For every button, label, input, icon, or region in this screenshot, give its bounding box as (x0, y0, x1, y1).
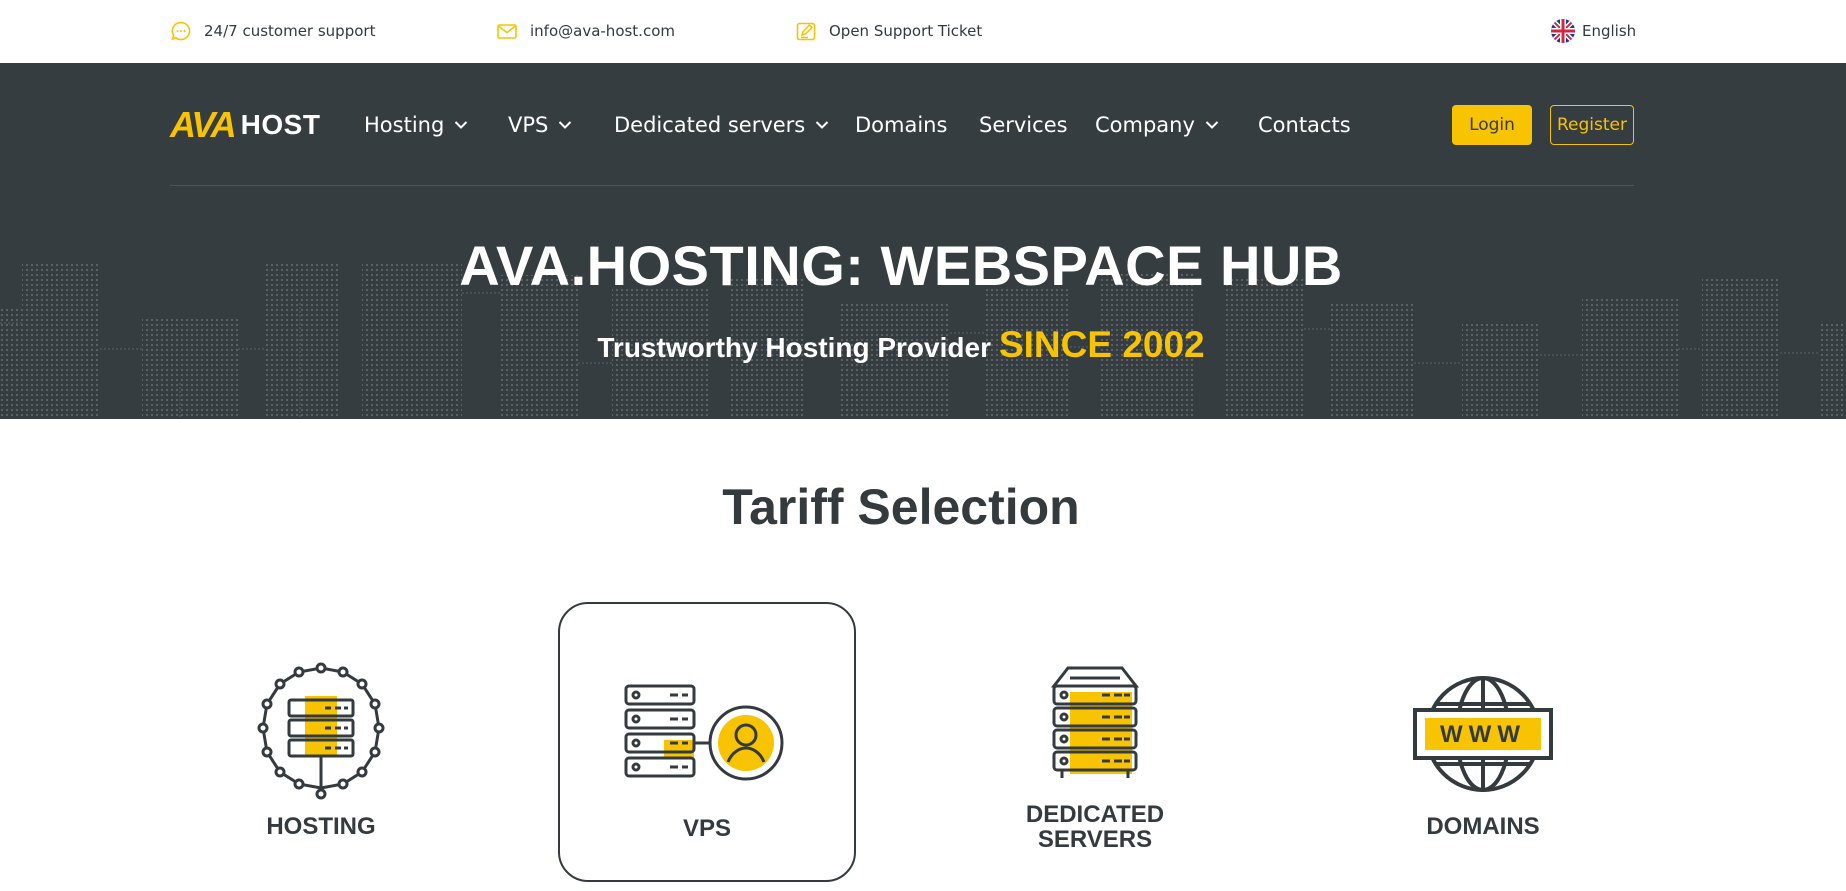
tariff-card-dedicated-servers-label: DEDICATED SERVERS (946, 802, 1244, 852)
tariff-card-dedicated-label-line2: SERVERS (1037, 826, 1153, 853)
edit-ticket-icon (796, 22, 816, 41)
tariff-card-dedicated-label-line1: DEDICATED (1025, 801, 1165, 828)
tariff-card-vps-label: VPS (682, 815, 732, 842)
nav-company-label: Company (1095, 113, 1195, 137)
hero-header: AVA HOST Hosting VPS Dedicated servers D… (0, 63, 1846, 419)
register-button[interactable]: Register (1550, 105, 1634, 145)
chevron-down-icon (559, 121, 572, 129)
tariff-selection-title: Tariff Selection (722, 479, 1080, 535)
email-link[interactable]: info@ava-host.com (496, 19, 675, 43)
hosting-network-icon (257, 662, 385, 800)
tariff-card-hosting[interactable]: HOSTING (172, 602, 470, 882)
vps-server-user-icon (624, 684, 784, 781)
nav-vps[interactable]: VPS (508, 109, 572, 141)
tariff-card-vps[interactable]: VPS (558, 602, 856, 882)
nav-dedicated-servers-label: Dedicated servers (614, 113, 806, 137)
dedicated-server-rack-icon (1050, 666, 1140, 778)
top-bar: 24/7 customer support info@ava-host.com … (0, 0, 1846, 63)
nav-dedicated-servers[interactable]: Dedicated servers (614, 109, 829, 141)
logo-ava-text: AVA (170, 104, 237, 145)
language-label: English (1582, 22, 1637, 40)
customer-support-link[interactable]: 24/7 customer support (170, 19, 375, 43)
nav-contacts[interactable]: Contacts (1258, 109, 1351, 141)
tariff-card-hosting-label: HOSTING (266, 813, 376, 840)
logo-host-text: HOST (240, 109, 321, 140)
hero-subtitle-highlight: SINCE 2002 (998, 324, 1205, 365)
open-support-ticket-link[interactable]: Open Support Ticket (795, 19, 982, 43)
nav-company[interactable]: Company (1095, 109, 1219, 141)
globe-www-icon: WWW (1413, 676, 1553, 792)
nav-domains[interactable]: Domains (855, 109, 947, 141)
nav-contacts-label: Contacts (1258, 113, 1351, 137)
chevron-down-icon (816, 121, 829, 129)
hero-title: AVA.HOSTING: WEBSPACE HUB (459, 234, 1343, 297)
chat-bubble-icon (171, 21, 191, 41)
hero-subtitle: Trustworthy Hosting Provider SINCE 2002 (0, 324, 1802, 366)
hero-subtitle-lead: Trustworthy Hosting Provider (597, 332, 991, 363)
uk-flag-icon (1551, 19, 1575, 43)
envelope-icon (497, 24, 517, 39)
header-divider (170, 185, 1634, 186)
tariff-card-domains[interactable]: WWW DOMAINS (1334, 602, 1632, 882)
open-support-ticket-text: Open Support Ticket (829, 22, 983, 40)
chevron-down-icon (455, 121, 468, 129)
language-selector[interactable]: English (1550, 19, 1636, 43)
nav-hosting-label: Hosting (364, 113, 445, 137)
login-button[interactable]: Login (1452, 105, 1532, 145)
www-text: WWW (1440, 721, 1526, 748)
tariff-card-dedicated-servers[interactable]: DEDICATED SERVERS (946, 602, 1244, 882)
email-text: info@ava-host.com (530, 22, 675, 40)
chevron-down-icon (1205, 121, 1219, 129)
customer-support-text: 24/7 customer support (204, 22, 376, 40)
nav-domains-label: Domains (855, 113, 948, 137)
ava-host-logo[interactable]: AVA HOST (170, 104, 321, 145)
nav-services[interactable]: Services (979, 109, 1068, 141)
tariff-card-domains-label: DOMAINS (1426, 813, 1540, 840)
nav-vps-label: VPS (508, 113, 549, 137)
nav-services-label: Services (979, 113, 1068, 137)
nav-hosting[interactable]: Hosting (364, 109, 468, 141)
